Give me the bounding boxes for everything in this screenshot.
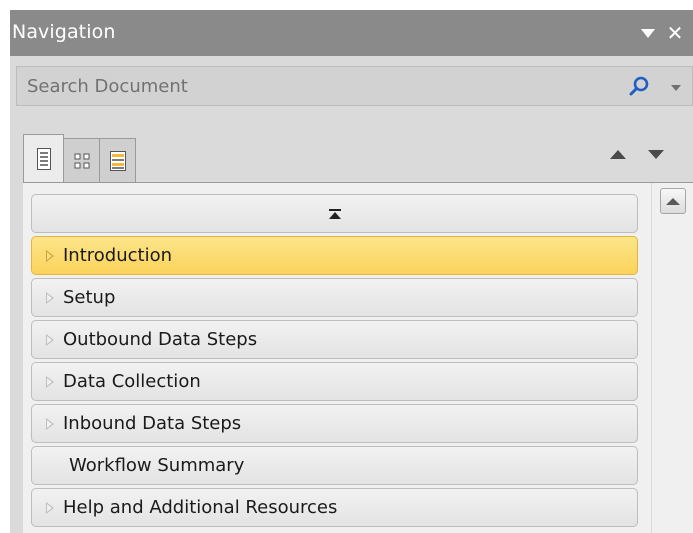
search-results-icon <box>109 150 126 171</box>
heading-list: Introduction Setup Outbound Data Steps D… <box>23 182 693 533</box>
expand-arrow-icon[interactable] <box>46 249 54 262</box>
heading-nav-arrows <box>610 150 690 166</box>
list-item-label: Workflow Summary <box>69 455 245 476</box>
list-item-label: Outbound Data Steps <box>63 329 258 350</box>
chevron-up-icon <box>666 197 680 205</box>
chevron-down-icon <box>671 85 681 91</box>
scroll-up-button[interactable] <box>660 188 686 214</box>
list-item-label: Setup <box>63 287 116 308</box>
search-input[interactable] <box>17 67 617 105</box>
pane-title: Navigation <box>12 21 116 43</box>
list-item[interactable]: Inbound Data Steps <box>31 404 638 443</box>
list-item-label: Introduction <box>63 245 173 266</box>
list-item[interactable]: Setup <box>31 278 638 317</box>
list-item[interactable]: Data Collection <box>31 362 638 401</box>
expand-arrow-icon[interactable] <box>46 501 54 514</box>
list-item[interactable]: Help and Additional Resources <box>31 488 638 527</box>
pane-title-bar[interactable]: Navigation ✕ <box>10 10 693 56</box>
navigation-pane: Navigation ✕ Search Document Introductio… <box>10 10 693 533</box>
tab-pages[interactable] <box>63 138 100 183</box>
close-button[interactable]: ✕ <box>664 22 686 44</box>
search-box <box>16 66 693 106</box>
collapse-all-button[interactable] <box>31 194 638 233</box>
tab-headings[interactable] <box>23 134 64 183</box>
expand-arrow-icon[interactable] <box>46 417 54 430</box>
expand-arrow-icon[interactable] <box>46 333 54 346</box>
search-options-button[interactable] <box>669 83 683 93</box>
vertical-scrollbar[interactable] <box>651 183 693 533</box>
chevron-down-icon <box>641 28 655 38</box>
list-item[interactable]: Introduction <box>31 236 638 275</box>
list-item-label: Help and Additional Resources <box>63 497 338 518</box>
close-icon: ✕ <box>666 21 684 45</box>
list-item[interactable]: Workflow Summary <box>31 446 638 485</box>
page-list-icon <box>36 148 51 170</box>
collapse-all-icon <box>328 208 341 219</box>
thumbnail-grid-icon <box>74 153 89 168</box>
next-heading-button[interactable] <box>648 150 664 159</box>
search-button[interactable] <box>627 75 651 99</box>
pane-options-button[interactable] <box>637 22 659 44</box>
view-tabs <box>23 134 136 183</box>
list-item-label: Data Collection <box>63 371 201 392</box>
expand-arrow-icon[interactable] <box>46 291 54 304</box>
list-item[interactable]: Outbound Data Steps <box>31 320 638 359</box>
search-icon <box>629 76 649 96</box>
list-item-label: Inbound Data Steps <box>63 413 242 434</box>
expand-arrow-icon[interactable] <box>46 375 54 388</box>
tab-results[interactable] <box>99 138 136 183</box>
previous-heading-button[interactable] <box>610 150 626 159</box>
